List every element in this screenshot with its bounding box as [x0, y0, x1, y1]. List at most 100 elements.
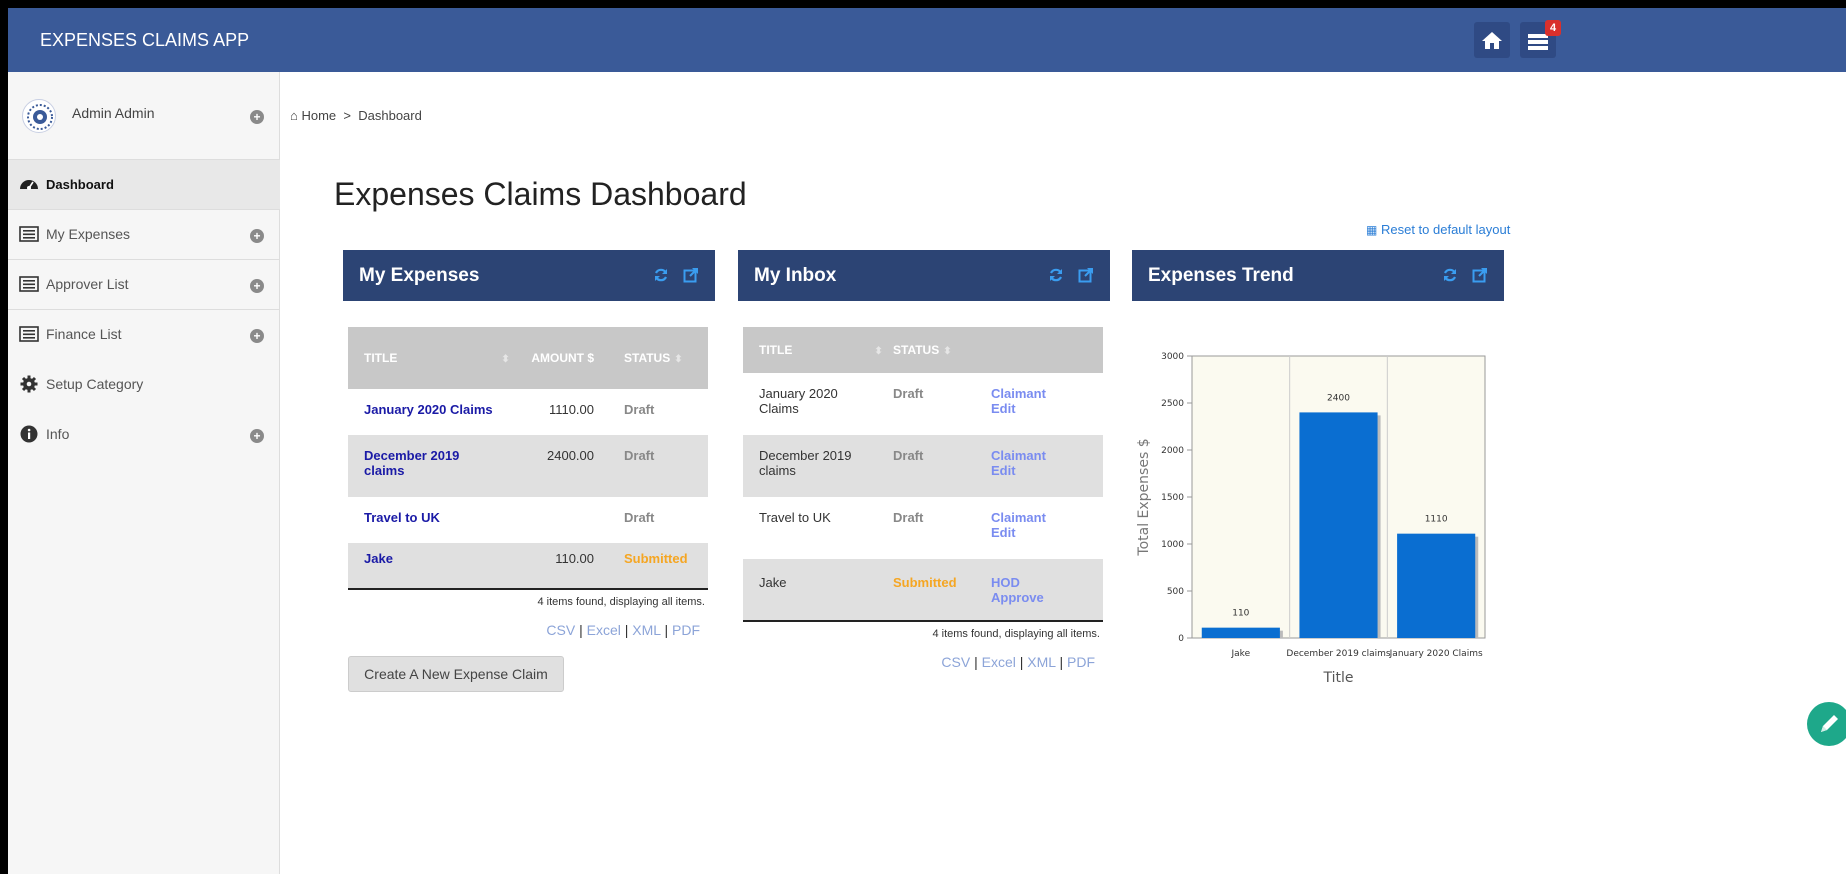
panel-header: My Inbox	[738, 250, 1110, 301]
export-xml-link[interactable]: XML	[632, 622, 660, 638]
claim-amount: 110.00	[555, 551, 594, 566]
bar-value-label: 110	[1232, 609, 1249, 619]
claim-title-link[interactable]: January 2020 Claims	[364, 402, 493, 417]
action-link[interactable]: Claimant Edit	[991, 510, 1046, 540]
y-tick-label: 1500	[1161, 493, 1184, 503]
y-tick-label: 1000	[1161, 540, 1184, 550]
sidebar-item-my-expenses[interactable]: My Expenses +	[8, 210, 280, 260]
my-expenses-panel: My Expenses	[343, 250, 715, 301]
table-row: Jake Submitted HOD Approve	[743, 559, 1103, 621]
my-expenses-table: TITLE ⬍ AMOUNT $ STATUS ⬍ January 2020 Cla…	[348, 327, 708, 590]
reset-layout-label: Reset to default layout	[1380, 222, 1511, 237]
export-excel-link[interactable]: Excel	[587, 622, 621, 638]
user-expand-icon[interactable]: +	[250, 110, 264, 124]
table-row: January 2020 Claims 1110.00 Draft	[348, 389, 708, 435]
expand-icon[interactable]: +	[250, 329, 264, 343]
sort-icon[interactable]: ⬍	[874, 346, 882, 357]
home-icon[interactable]: ⌂	[290, 108, 298, 123]
refresh-icon[interactable]	[1048, 267, 1064, 283]
table-row: December 2019 claims Draft Claimant Edit	[743, 435, 1103, 497]
gear-icon	[20, 375, 38, 393]
expand-icon[interactable]: +	[250, 429, 264, 443]
sidebar-item-label: My Expenses	[46, 226, 131, 242]
sidebar-item-setup-category[interactable]: Setup Category	[8, 360, 280, 410]
external-link-icon[interactable]	[1078, 267, 1094, 283]
column-header-title[interactable]: TITLE ⬍	[743, 327, 893, 373]
export-xml-link[interactable]: XML	[1027, 654, 1055, 670]
x-tick-label: December 2019 claims	[1286, 649, 1391, 659]
app-title[interactable]: EXPENSES CLAIMS APP	[40, 30, 249, 51]
export-links: CSV | Excel | XML | PDF	[546, 622, 700, 638]
claim-status: Submitted	[893, 575, 957, 590]
y-tick-label: 500	[1167, 587, 1184, 597]
breadcrumb-home[interactable]: Home	[301, 108, 336, 123]
claim-title-link[interactable]: December 2019 claims	[364, 448, 459, 478]
action-link[interactable]: Claimant Edit	[991, 386, 1046, 416]
table-header-row: TITLE ⬍ AMOUNT $ STATUS ⬍	[348, 327, 708, 389]
refresh-icon[interactable]	[653, 267, 669, 283]
column-header-title[interactable]: TITLE ⬍	[348, 327, 520, 389]
claim-status: Draft	[893, 386, 924, 401]
claim-status: Draft	[624, 510, 655, 525]
expand-icon[interactable]: +	[250, 279, 264, 293]
panel-header: Expenses Trend	[1132, 250, 1504, 301]
bar	[1201, 627, 1280, 638]
sidebar-item-label: Setup Category	[46, 376, 144, 392]
bar-value-label: 1110	[1425, 515, 1448, 525]
main-content: ⌂ Home > Dashboard Expenses Claims Dashb…	[280, 72, 1846, 874]
export-pdf-link[interactable]: PDF	[672, 622, 700, 638]
my-inbox-table: TITLE ⬍ STATUS ⬍ January 2020 Claims Draft…	[743, 327, 1103, 622]
claim-title-link[interactable]: Travel to UK	[364, 510, 440, 525]
app-window: EXPENSES CLAIMS APP 4 Admin Admin + Dash…	[8, 8, 1846, 874]
x-tick-label: Jake	[1231, 649, 1251, 659]
claim-status: Draft	[624, 402, 655, 417]
items-found-text: 4 items found, displaying all items.	[537, 596, 705, 608]
top-navbar: EXPENSES CLAIMS APP 4	[8, 8, 1846, 72]
y-tick-label: 3000	[1161, 352, 1184, 362]
external-link-icon[interactable]	[1472, 267, 1488, 283]
export-csv-link[interactable]: CSV	[546, 622, 575, 638]
reset-layout-link[interactable]: ▦ Reset to default layout	[1366, 222, 1510, 237]
claim-status: Submitted	[624, 551, 688, 566]
home-icon	[1482, 32, 1502, 49]
column-header-amount[interactable]: AMOUNT $	[520, 327, 624, 389]
column-header-status[interactable]: STATUS ⬍	[893, 327, 989, 373]
sidebar-item-approver-list[interactable]: Approver List +	[8, 260, 280, 310]
y-tick-label: 0	[1178, 634, 1184, 644]
sidebar-item-dashboard[interactable]: Dashboard	[8, 160, 280, 210]
avatar[interactable]	[22, 99, 56, 133]
panel-title: My Inbox	[754, 265, 837, 286]
claim-title-link[interactable]: Jake	[364, 551, 393, 566]
table-row: Travel to UK Draft Claimant Edit	[743, 497, 1103, 559]
bar-value-label: 2400	[1327, 393, 1350, 403]
home-button[interactable]	[1474, 22, 1510, 58]
sort-icon[interactable]: ⬍	[501, 354, 509, 365]
export-pdf-link[interactable]: PDF	[1067, 654, 1095, 670]
sidebar-item-finance-list[interactable]: Finance List +	[8, 310, 280, 360]
x-tick-label: January 2020 Claims	[1389, 649, 1483, 659]
column-header-status[interactable]: STATUS ⬍	[624, 327, 708, 389]
export-excel-link[interactable]: Excel	[982, 654, 1016, 670]
edit-fab-button[interactable]	[1807, 702, 1846, 746]
table-header-row: TITLE ⬍ STATUS ⬍	[743, 327, 1103, 373]
panel-title: My Expenses	[359, 265, 480, 286]
list-icon	[19, 226, 39, 242]
list-icon	[19, 326, 39, 342]
expand-icon[interactable]: +	[250, 229, 264, 243]
sidebar-item-label: Approver List	[46, 276, 129, 292]
refresh-icon[interactable]	[1442, 267, 1458, 283]
panel-header: My Expenses	[343, 250, 715, 301]
sort-icon[interactable]: ⬍	[943, 346, 951, 357]
avatar-logo-icon	[27, 104, 53, 130]
list-icon	[19, 276, 39, 292]
sidebar-item-info[interactable]: Info +	[8, 410, 280, 460]
export-csv-link[interactable]: CSV	[941, 654, 970, 670]
sidebar-item-label: Info	[46, 426, 70, 442]
create-expense-claim-button[interactable]: Create A New Expense Claim	[348, 656, 564, 692]
x-axis-label: Title	[1322, 670, 1353, 686]
sort-icon[interactable]: ⬍	[674, 354, 682, 365]
action-link[interactable]: Claimant Edit	[991, 448, 1046, 478]
user-name[interactable]: Admin Admin	[72, 105, 154, 121]
action-link[interactable]: HOD Approve	[991, 575, 1044, 605]
external-link-icon[interactable]	[683, 267, 699, 283]
